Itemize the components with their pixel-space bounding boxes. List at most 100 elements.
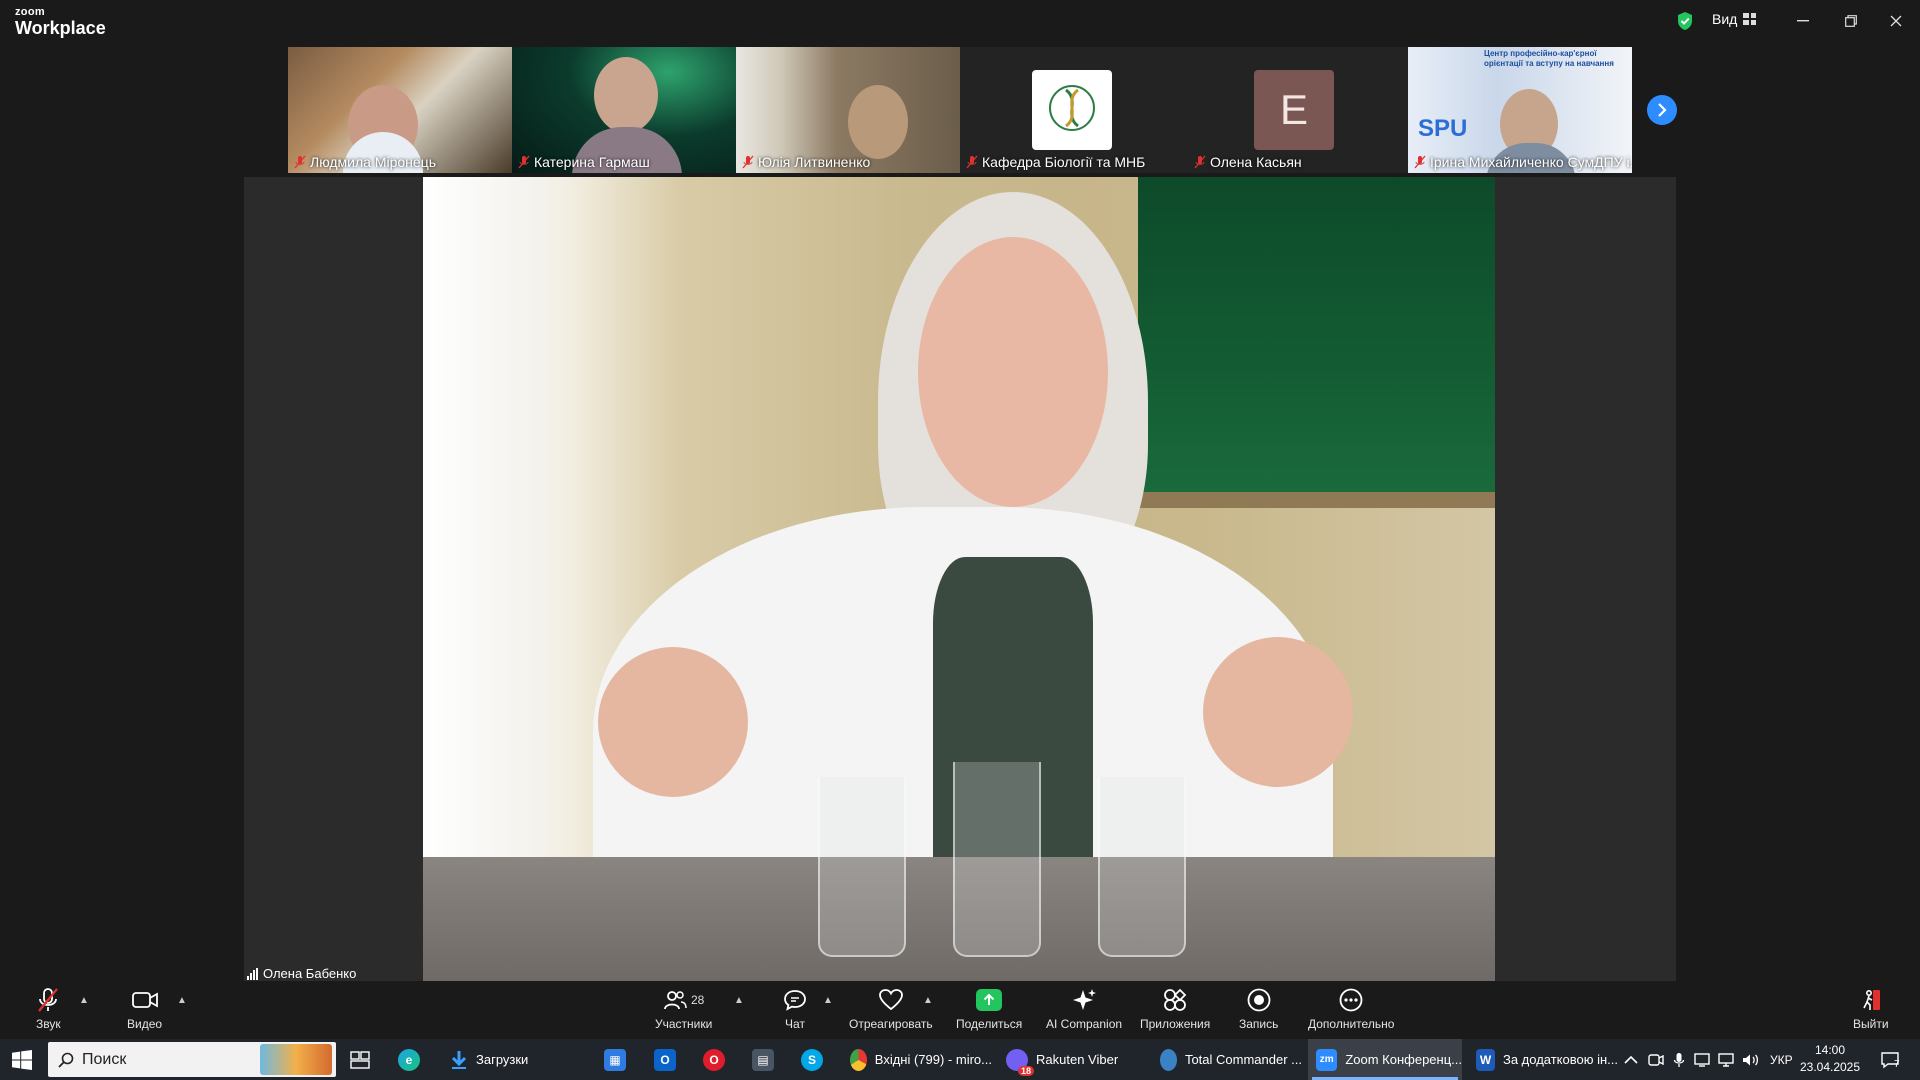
participant-tile[interactable]: Центр професійно-кар'єрної орієнтації та… — [1408, 47, 1632, 173]
language-indicator[interactable]: УКР — [1770, 1039, 1793, 1080]
chrome-icon — [850, 1048, 867, 1071]
word-icon: W — [1476, 1048, 1495, 1071]
close-icon[interactable] — [1881, 8, 1911, 34]
notifications-count: 7 — [1894, 1059, 1900, 1070]
download-arrow-icon — [451, 1050, 467, 1069]
edge-icon[interactable]: e — [398, 1039, 420, 1080]
taskbar-app-viber[interactable]: 18 Rakuten Viber — [998, 1039, 1146, 1080]
show-hidden-icons-chevron-icon[interactable] — [1624, 1039, 1638, 1080]
share-button[interactable]: Поделиться — [956, 987, 1022, 1031]
gallery-grid-icon — [1743, 13, 1757, 25]
search-highlight-image — [260, 1044, 332, 1075]
microphone-icon[interactable] — [1673, 1039, 1685, 1080]
beaker — [953, 762, 1041, 957]
search-icon — [58, 1052, 74, 1068]
participants-options-caret-icon[interactable]: ▲ — [734, 995, 744, 1006]
participant-name: Ірина Михайличенко СумДПУ і... — [1414, 154, 1632, 170]
participant-name: Катерина Гармаш — [518, 154, 650, 170]
participant-tile[interactable]: Кафедра Біології та МНБ — [960, 47, 1184, 173]
leave-button[interactable]: Выйти — [1853, 987, 1889, 1031]
participant-strip: Людмила Міронець Катерина Гармаш Юлія Ли… — [288, 47, 1632, 173]
meeting-toolbar: Звук ▲ Видео ▲ 28 Участники ▲ Чат ▲ Отре… — [0, 981, 1920, 1039]
video-camera-icon — [131, 992, 158, 1008]
view-button[interactable]: Вид — [1712, 11, 1757, 27]
taskbar-app-word[interactable]: W За додатковою ін... — [1468, 1039, 1618, 1080]
chalkboard — [1138, 177, 1495, 492]
start-button[interactable] — [12, 1039, 32, 1080]
more-dots-icon — [1339, 988, 1363, 1012]
title-bar: zoom Workplace Вид — [0, 0, 1920, 44]
participant-tile[interactable]: E Олена Касьян — [1184, 47, 1408, 173]
mic-muted-icon — [294, 155, 306, 169]
zoom-logo: zoom Workplace — [15, 6, 106, 38]
speaker-stage: Олена Бабенко — [244, 177, 1676, 981]
record-icon — [1247, 988, 1271, 1012]
speaker-video[interactable] — [423, 177, 1495, 981]
participants-icon — [664, 991, 687, 1010]
mic-muted-icon — [518, 155, 530, 169]
taskbar-app-chrome[interactable]: Вхідні (799) - miro... — [842, 1039, 992, 1080]
calculator-icon[interactable]: ▤ — [752, 1039, 774, 1080]
beaker — [818, 777, 906, 957]
mic-muted-icon — [742, 155, 754, 169]
mic-muted-icon — [966, 155, 978, 169]
meet-now-icon[interactable] — [1648, 1039, 1664, 1080]
participant-tile[interactable]: Людмила Міронець — [288, 47, 512, 173]
notifications-icon[interactable]: 7 — [1880, 1039, 1900, 1080]
chat-options-caret-icon[interactable]: ▲ — [823, 995, 833, 1006]
sparkle-icon — [1073, 989, 1097, 1010]
next-page-button[interactable] — [1647, 95, 1677, 125]
viber-icon: 18 — [1006, 1048, 1034, 1076]
participant-name: Юлія Литвиненко — [742, 154, 870, 170]
share-arrow-icon — [983, 993, 995, 1005]
react-options-caret-icon[interactable]: ▲ — [923, 995, 933, 1006]
volume-icon[interactable] — [1742, 1039, 1760, 1080]
participant-tile[interactable]: Катерина Гармаш — [512, 47, 736, 173]
participants-button[interactable]: 28 Участники — [655, 987, 712, 1031]
zoom-window: zoom Workplace Вид Людмила Міронець Кате… — [0, 0, 1920, 1080]
view-label: Вид — [1712, 11, 1738, 27]
display-icon[interactable] — [1694, 1039, 1710, 1080]
beaker — [1098, 777, 1186, 957]
react-button[interactable]: Отреагировать — [849, 987, 933, 1031]
participant-name: Олена Касьян — [1194, 154, 1302, 170]
participants-count: 28 — [690, 993, 705, 1007]
participant-tile[interactable]: Юлія Литвиненко — [736, 47, 960, 173]
minimize-icon[interactable] — [1788, 8, 1818, 34]
signal-bars-icon — [247, 967, 258, 980]
logo-small-text: zoom — [15, 6, 45, 18]
chat-bubble-icon — [784, 990, 806, 1011]
taskbar-app-total-commander[interactable]: Total Commander ... — [1152, 1039, 1302, 1080]
skype-icon[interactable]: S — [801, 1039, 823, 1080]
encryption-shield-icon[interactable] — [1676, 11, 1694, 31]
participant-name: Людмила Міронець — [294, 154, 436, 170]
search-placeholder: Поиск — [82, 1050, 127, 1068]
task-view-icon[interactable] — [350, 1039, 370, 1080]
video-button[interactable]: Видео — [127, 987, 162, 1031]
spu-logo: SPU — [1418, 115, 1468, 142]
audio-options-caret-icon[interactable]: ▲ — [79, 995, 89, 1006]
total-commander-icon — [1160, 1048, 1177, 1071]
store-icon[interactable]: ▦ — [604, 1039, 626, 1080]
chat-button[interactable]: Чат — [783, 987, 807, 1031]
apps-button[interactable]: Приложения — [1140, 987, 1210, 1031]
restore-icon[interactable] — [1836, 8, 1866, 34]
taskbar-app-downloads[interactable]: Загрузки — [442, 1039, 588, 1080]
taskbar-app-zoom[interactable]: zm Zoom Конференц... — [1308, 1039, 1462, 1080]
audio-button[interactable]: Звук — [36, 987, 61, 1031]
speaker-label: Олена Бабенко — [247, 966, 356, 981]
ai-companion-button[interactable]: AI Companion — [1046, 987, 1122, 1031]
logo-big-text: Workplace — [15, 18, 106, 38]
taskbar-search[interactable]: Поиск — [48, 1042, 336, 1077]
network-icon[interactable] — [1718, 1039, 1734, 1080]
banner-text: Центр професійно-кар'єрної орієнтації та… — [1484, 49, 1614, 68]
outlook-icon[interactable]: O — [654, 1039, 676, 1080]
record-button[interactable]: Запись — [1239, 987, 1278, 1031]
zoom-app-icon: zm — [1316, 1048, 1338, 1071]
taskbar-clock[interactable]: 14:00 23.04.2025 — [1798, 1042, 1862, 1076]
mic-muted-icon — [38, 988, 59, 1012]
heart-icon — [878, 989, 903, 1011]
more-button[interactable]: Дополнительно — [1308, 987, 1394, 1031]
video-options-caret-icon[interactable]: ▲ — [177, 995, 187, 1006]
opera-icon[interactable]: O — [703, 1039, 725, 1080]
